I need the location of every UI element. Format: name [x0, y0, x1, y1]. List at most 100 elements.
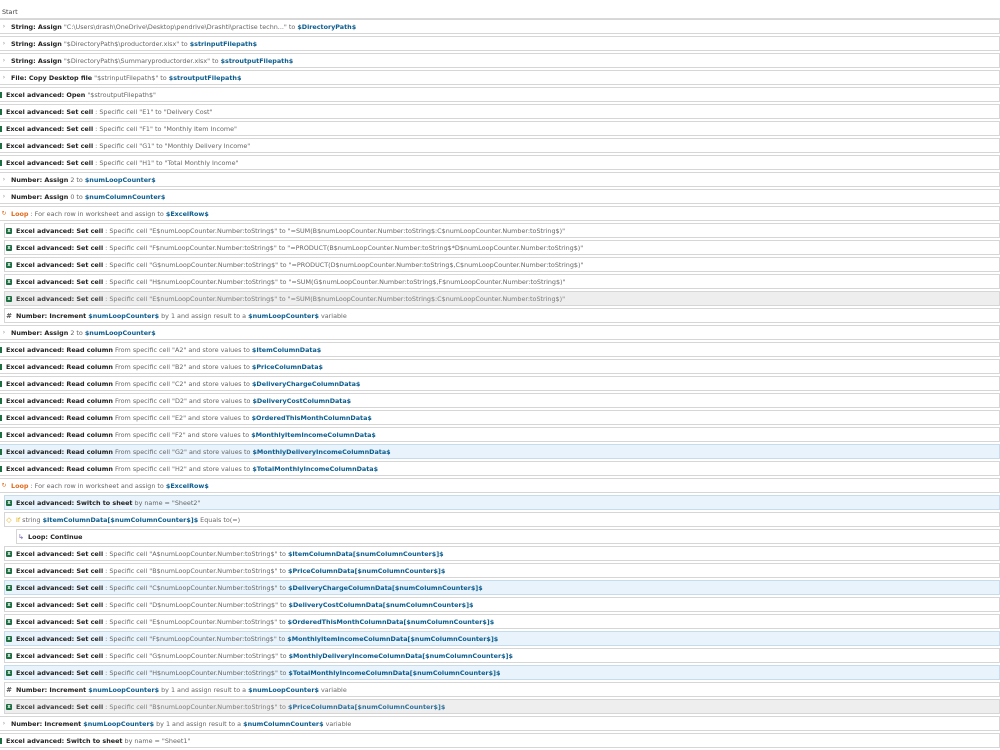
action-params: variable [318, 311, 347, 320]
excel-icon: x [6, 244, 12, 251]
action-text: Loop : For each row in worksheet and ass… [11, 210, 209, 218]
action-name: Number: Increment [16, 685, 87, 694]
excel-icon: x [6, 295, 12, 302]
action-row[interactable]: Excel advanced: Read column From specifi… [0, 427, 1000, 442]
excel-icon [0, 108, 2, 115]
action-row[interactable]: Excel advanced: Read column From specifi… [0, 376, 1000, 391]
action-row[interactable]: Excel advanced: Switch to sheet by name … [0, 733, 1000, 748]
variable-name: $ItemColumnData$ [251, 345, 322, 354]
action-text: Excel advanced: Read column From specifi… [6, 448, 391, 456]
action-row[interactable]: ◇ If string $ItemColumnData[$numColumnCou… [4, 512, 1000, 527]
action-name: Excel advanced: Read column [6, 464, 113, 473]
action-name: Excel advanced: Set cell [16, 668, 104, 677]
action-row[interactable]: x Excel advanced: Set cell : Specific cel… [4, 631, 1000, 646]
action-row[interactable]: ↻ Loop : For each row in worksheet and as… [0, 206, 1000, 221]
action-row[interactable]: Excel advanced: Set cell : Specific cell… [0, 155, 1000, 170]
action-row[interactable]: › String: Assign "$DirectoryPath$\product… [0, 36, 1000, 51]
variable-name: $MonthlyItemIncomeColumnData$ [251, 430, 376, 439]
action-name: Excel advanced: Set cell [16, 634, 104, 643]
action-row[interactable]: x Excel advanced: Set cell : Specific cel… [4, 614, 1000, 629]
number-icon: › [2, 175, 6, 183]
variable-name: $ExcelRow$ [165, 481, 209, 490]
action-row[interactable]: x Excel advanced: Set cell : Specific cel… [4, 699, 1000, 714]
action-text: If string $ItemColumnData[$numColumnCoun… [16, 516, 240, 524]
variable-name: $DeliveryCostColumnData$ [252, 396, 352, 405]
action-row[interactable]: x Excel advanced: Set cell : Specific cel… [4, 665, 1000, 680]
action-row[interactable]: x Excel advanced: Switch to sheet by name… [4, 495, 1000, 510]
variable-name: $DeliveryChargeColumnData[$numColumnCoun… [288, 583, 483, 592]
action-params: : Specific cell "B$numLoopCounter.Number… [103, 566, 288, 575]
variable-name: $MonthlyDeliveryIncomeColumnData$ [252, 447, 391, 456]
action-row[interactable]: # Number: Increment $numLoopCounter$ by 1… [4, 682, 1000, 697]
action-params: From specific cell "G2" and store values… [112, 447, 253, 456]
variable-name: $numLoopCounter$ [248, 311, 319, 320]
action-text: Excel advanced: Set cell : Specific cell… [6, 159, 239, 167]
action-text: Excel advanced: Read column From specifi… [6, 346, 321, 354]
hash-icon: # [6, 311, 12, 320]
action-row[interactable]: x Excel advanced: Set cell : Specific cel… [4, 580, 1000, 595]
action-name: Excel advanced: Read column [6, 362, 113, 371]
action-row[interactable]: x Excel advanced: Set cell : Specific cel… [4, 223, 1000, 238]
action-row[interactable]: x Excel advanced: Set cell : Specific cel… [4, 240, 1000, 255]
action-row[interactable]: Excel advanced: Read column From specifi… [0, 342, 1000, 357]
action-row[interactable]: Excel advanced: Read column From specifi… [0, 444, 1000, 459]
action-row[interactable]: # Number: Increment $numLoopCounter$ by 1… [4, 308, 1000, 323]
action-row[interactable]: x Excel advanced: Set cell : Specific cel… [4, 274, 1000, 289]
action-row[interactable]: x Excel advanced: Set cell : Specific cel… [4, 546, 1000, 561]
action-row[interactable]: Excel advanced: Read column From specifi… [0, 393, 1000, 408]
excel-icon: x [6, 601, 12, 608]
action-params: : Specific cell "H$numLoopCounter.Number… [103, 277, 566, 286]
action-text: Loop : For each row in worksheet and ass… [11, 482, 209, 490]
excel-icon [0, 448, 2, 455]
variable-name: $TotalMonthlyIncomeColumnData$ [252, 464, 379, 473]
action-params: : Specific cell "F$numLoopCounter.Number… [103, 634, 288, 643]
action-name: Number: Assign [11, 175, 69, 184]
action-params: by 1 and assign result to a [154, 719, 244, 728]
action-text: Excel advanced: Set cell : Specific cell… [16, 601, 473, 609]
action-row[interactable]: Excel advanced: Set cell : Specific cell… [0, 121, 1000, 136]
action-row[interactable]: Excel advanced: Set cell : Specific cell… [0, 104, 1000, 119]
action-row[interactable]: x Excel advanced: Set cell : Specific cel… [4, 563, 1000, 578]
action-row[interactable]: Excel advanced: Set cell : Specific cell… [0, 138, 1000, 153]
action-text: Excel advanced: Read column From specifi… [6, 397, 351, 405]
action-name: Number: Increment [16, 311, 87, 320]
action-params: : Specific cell "G$numLoopCounter.Number… [103, 260, 584, 269]
action-params: : Specific cell "E$numLoopCounter.Number… [103, 617, 288, 626]
action-text: Number: Assign 0 to $numColumnCounter$ [11, 193, 165, 201]
action-name: Excel advanced: Switch to sheet [16, 498, 133, 507]
excel-icon [0, 125, 2, 132]
action-params: "$stroutputFilepath$" [85, 90, 156, 99]
action-row[interactable]: › File: Copy Desktop file "$strinputFilep… [0, 70, 1000, 85]
if-icon: ◇ [6, 515, 12, 524]
action-name: Excel advanced: Set cell [16, 226, 104, 235]
variable-name: $numLoopCounter$ [248, 685, 319, 694]
action-name: Excel advanced: Read column [6, 396, 113, 405]
action-row[interactable]: x Excel advanced: Set cell : Specific cel… [4, 257, 1000, 272]
number-icon: › [2, 192, 6, 200]
action-row[interactable]: › Number: Assign 2 to $numLoopCounter$ [0, 172, 1000, 187]
action-params: variable [318, 685, 347, 694]
action-row[interactable]: x Excel advanced: Set cell : Specific cel… [4, 291, 1000, 306]
number-icon: › [2, 328, 6, 336]
action-params: : Specific cell "G$numLoopCounter.Number… [103, 651, 289, 660]
action-row[interactable]: Excel advanced: Read column From specifi… [0, 461, 1000, 476]
variable-name: $PriceColumnData[$numColumnCounter$]$ [288, 566, 446, 575]
action-row[interactable]: › Number: Assign 2 to $numLoopCounter$ [0, 325, 1000, 340]
action-row[interactable]: Excel advanced: Read column From specifi… [0, 410, 1000, 425]
action-text: Excel advanced: Set cell : Specific cell… [16, 295, 565, 303]
action-row[interactable]: x Excel advanced: Set cell : Specific cel… [4, 648, 1000, 663]
action-name: Excel advanced: Open [6, 90, 86, 99]
action-row[interactable]: › Number: Increment $numLoopCounter$ by 1… [0, 716, 1000, 731]
variable-name: $OrderedThisMonthColumnData[$numColumnCo… [287, 617, 495, 626]
action-row[interactable]: Excel advanced: Read column From specifi… [0, 359, 1000, 374]
hash-icon: # [6, 685, 12, 694]
action-row[interactable]: › String: Assign "C:\Users\drash\OneDrive… [0, 19, 1000, 34]
action-row[interactable]: › Number: Assign 0 to $numColumnCounter$ [0, 189, 1000, 204]
action-row[interactable]: ↻ Loop : For each row in worksheet and as… [0, 478, 1000, 493]
excel-icon [0, 380, 2, 387]
action-name: Excel advanced: Set cell [16, 566, 104, 575]
action-row[interactable]: › String: Assign "$DirectoryPath$\Summary… [0, 53, 1000, 68]
action-row[interactable]: Excel advanced: Open "$stroutputFilepath… [0, 87, 1000, 102]
action-row[interactable]: x Excel advanced: Set cell : Specific cel… [4, 597, 1000, 612]
action-row[interactable]: ↳ Loop: Continue [16, 529, 1000, 544]
